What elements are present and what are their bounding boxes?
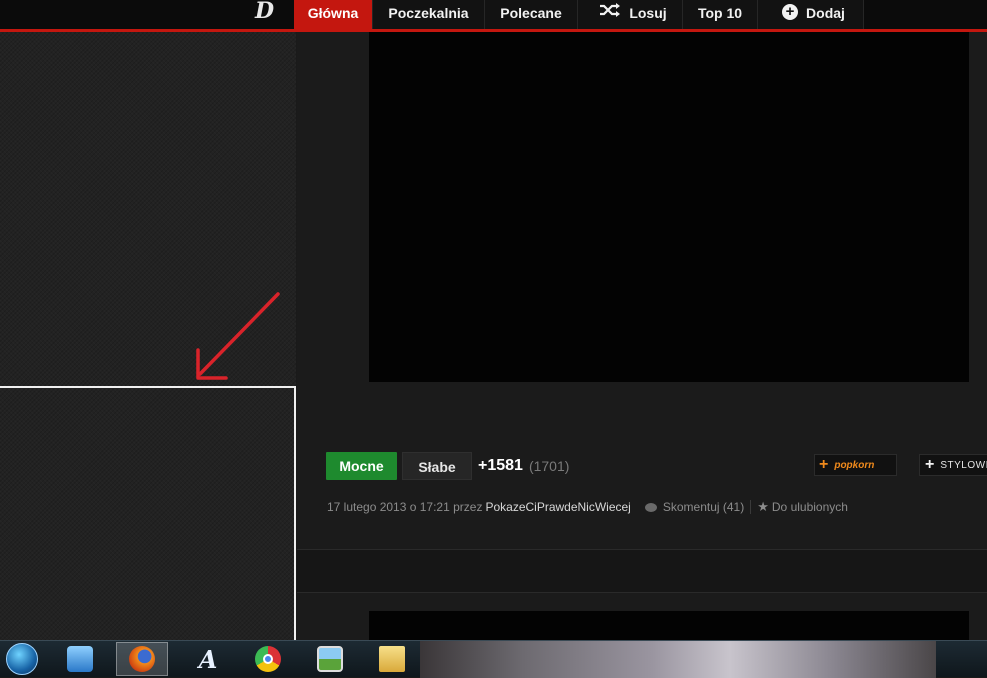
start-button[interactable] [2, 642, 42, 676]
nav-polecane-label: Polecane [500, 5, 562, 21]
nav-top10-label: Top 10 [697, 5, 743, 21]
score-value: +1581 [478, 457, 523, 474]
site-logo[interactable]: D [255, 0, 275, 24]
annotation-arrow-icon [196, 292, 280, 380]
vote-down-button[interactable]: Słabe [402, 452, 472, 480]
post-date: 17 lutego 2013 o 17:21 przez [327, 500, 483, 514]
comment-link[interactable]: Skomentuj (41) [644, 500, 745, 514]
firefox-icon [129, 646, 155, 672]
post-meta: 17 lutego 2013 o 17:21 przez PokazeCiPra… [327, 499, 848, 515]
nav-poczekalnia[interactable]: Poczekalnia [373, 0, 485, 29]
nav-dodaj-label: Dodaj [806, 5, 845, 21]
nav-top10[interactable]: Top 10 [683, 0, 758, 29]
text-editor-icon: A [198, 644, 218, 674]
taskbar-media-player[interactable] [58, 642, 102, 676]
taskbar-blurred-area [420, 641, 936, 678]
picture-viewer-icon [317, 646, 343, 672]
plus-circle-icon: + [782, 4, 799, 20]
share-stylowi-button[interactable]: + STYLOWI [919, 454, 987, 476]
votes-count: (1701) [528, 458, 570, 474]
chrome-icon [255, 646, 281, 672]
shuffle-icon [599, 2, 621, 24]
nav-polecane[interactable]: Polecane [485, 0, 578, 29]
favorite-label: Do ulubionych [771, 500, 848, 514]
next-video-player[interactable] [369, 611, 969, 640]
comment-label: Skomentuj (41) [662, 500, 745, 514]
taskbar-picture-viewer[interactable] [308, 642, 352, 676]
post-separator [297, 549, 987, 593]
nav-losuj[interactable]: Losuj [578, 0, 683, 29]
nav-poczekalnia-label: Poczekalnia [388, 5, 469, 21]
nav-glowna-label: Główna [307, 5, 359, 21]
vote-bar: Mocne Słabe +1581 (1701) [326, 451, 569, 481]
top-navbar: D Główna Poczekalnia Polecane Losuj Top … [0, 0, 987, 32]
favorite-link[interactable]: ★ Do ulubionych [757, 499, 848, 515]
taskbar-firefox[interactable] [116, 642, 168, 676]
vote-up-button[interactable]: Mocne [326, 452, 397, 480]
nav-losuj-label: Losuj [629, 5, 667, 21]
taskbar-chrome[interactable] [246, 642, 290, 676]
taskbar-folder[interactable] [370, 642, 414, 676]
start-orb-icon [6, 643, 38, 675]
os-taskbar: A [0, 640, 987, 678]
plus-icon: + [819, 456, 829, 473]
video-player[interactable] [369, 32, 969, 382]
main-nav: Główna Poczekalnia Polecane Losuj Top 10… [294, 0, 864, 29]
highlight-box [0, 386, 296, 646]
plus-icon: + [925, 456, 935, 473]
nav-glowna[interactable]: Główna [294, 0, 373, 29]
media-player-icon [67, 646, 93, 672]
meta-divider [750, 500, 752, 514]
folder-icon [379, 646, 405, 672]
nav-dodaj[interactable]: + Dodaj [758, 0, 864, 29]
comment-bubble-icon [644, 502, 657, 512]
taskbar-text-editor[interactable]: A [186, 642, 230, 676]
stylowi-logo: STYLOWI [940, 459, 987, 471]
share-popkorn-button[interactable]: + popkorn [814, 454, 897, 476]
post-author-link[interactable]: PokazeCiPrawdeNicWiecej [485, 500, 630, 514]
popkorn-logo: popkorn [834, 459, 875, 471]
star-icon: ★ [757, 499, 769, 514]
